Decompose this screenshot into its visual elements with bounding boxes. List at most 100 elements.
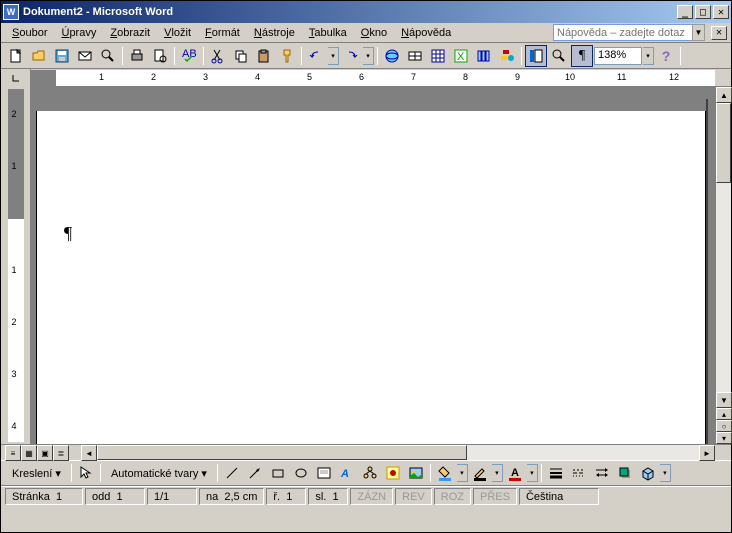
hyperlink-button[interactable] — [381, 45, 403, 67]
mdi-close-button[interactable]: ✕ — [711, 26, 727, 40]
vscroll-track[interactable] — [716, 103, 731, 392]
line-color-dropdown[interactable]: ▾ — [492, 464, 503, 482]
help-search-dropdown[interactable]: ▼ — [692, 24, 705, 41]
scroll-right-button[interactable]: ► — [699, 445, 715, 461]
minimize-button[interactable]: _ — [677, 5, 693, 19]
arrow-style-button[interactable] — [591, 462, 613, 484]
menu-zobrazit[interactable]: Zobrazit — [103, 25, 157, 41]
font-color-button[interactable]: A — [504, 462, 526, 484]
undo-button[interactable] — [305, 45, 327, 67]
print-preview-button[interactable] — [149, 45, 171, 67]
hscroll-thumb[interactable] — [97, 445, 467, 460]
app-icon: W — [3, 4, 19, 20]
dash-style-button[interactable] — [568, 462, 590, 484]
prev-page-button[interactable]: ▴ — [716, 408, 732, 420]
help-button[interactable]: ? — [655, 45, 677, 67]
clipart-button[interactable] — [382, 462, 404, 484]
show-codes-button[interactable] — [548, 45, 570, 67]
fill-color-dropdown[interactable]: ▾ — [457, 464, 468, 482]
diagram-button[interactable] — [359, 462, 381, 484]
line-style-button[interactable] — [545, 462, 567, 484]
columns-button[interactable] — [473, 45, 495, 67]
cut-button[interactable] — [207, 45, 229, 67]
web-view-button[interactable]: ▦ — [21, 445, 37, 461]
scroll-up-button[interactable]: ▲ — [716, 87, 732, 103]
shadow-button[interactable] — [614, 462, 636, 484]
spellcheck-button[interactable]: ABC — [178, 45, 200, 67]
3d-button[interactable] — [637, 462, 659, 484]
horizontal-ruler[interactable]: 1 2 3 4 5 6 7 8 9 10 11 12 — [31, 70, 715, 86]
scroll-down-button[interactable]: ▼ — [716, 392, 732, 408]
oval-button[interactable] — [290, 462, 312, 484]
arrow-button[interactable] — [244, 462, 266, 484]
menu-soubor[interactable]: Soubor — [5, 25, 54, 41]
menu-tabulka[interactable]: Tabulka — [302, 25, 354, 41]
page[interactable]: ¶ — [36, 97, 706, 444]
print-button[interactable] — [126, 45, 148, 67]
status-page: Stránka 1 — [5, 488, 83, 505]
excel-button[interactable]: X — [450, 45, 472, 67]
print-layout-button[interactable]: ▣ — [37, 445, 53, 461]
vscroll-thumb[interactable] — [716, 103, 731, 183]
vertical-ruler[interactable]: 2 1 1 2 3 4 — [8, 89, 24, 442]
insert-table-button[interactable] — [427, 45, 449, 67]
zoom-dropdown[interactable]: ▾ — [643, 47, 654, 65]
textbox-button[interactable] — [313, 462, 335, 484]
doc-map-button[interactable] — [525, 45, 547, 67]
search-button[interactable] — [97, 45, 119, 67]
rectangle-button[interactable] — [267, 462, 289, 484]
menu-vlozit[interactable]: Vložit — [157, 25, 198, 41]
normal-view-button[interactable]: ≡ — [5, 445, 21, 461]
email-button[interactable] — [74, 45, 96, 67]
status-at: na 2,5 cm — [199, 488, 264, 505]
undo-dropdown[interactable]: ▾ — [328, 47, 339, 65]
status-ovr[interactable]: PŘES — [473, 488, 517, 505]
help-search-input[interactable] — [553, 24, 693, 41]
3d-dropdown[interactable]: ▾ — [660, 464, 671, 482]
paste-button[interactable] — [253, 45, 275, 67]
show-pilcrow-button[interactable]: ¶ — [571, 45, 593, 67]
tables-borders-button[interactable] — [404, 45, 426, 67]
menu-upravy[interactable]: Úpravy — [54, 25, 103, 41]
scroll-left-button[interactable]: ◄ — [81, 445, 97, 461]
wordart-button[interactable]: A — [336, 462, 358, 484]
menu-bar: Soubor Úpravy Zobrazit Vložit Formát Nás… — [1, 23, 731, 43]
window-title: Dokument2 - Microsoft Word — [23, 6, 677, 18]
status-language[interactable]: Čeština — [519, 488, 599, 505]
status-rec[interactable]: ZÁZN — [350, 488, 393, 505]
save-button[interactable] — [51, 45, 73, 67]
copy-button[interactable] — [230, 45, 252, 67]
menu-nastroje[interactable]: Nástroje — [247, 25, 302, 41]
insert-picture-button[interactable] — [405, 462, 427, 484]
tab-selector[interactable] — [1, 69, 31, 87]
menu-format[interactable]: Formát — [198, 25, 247, 41]
new-doc-button[interactable] — [5, 45, 27, 67]
vertical-scrollbar: ▲ ▼ ▴ ○ ▾ — [715, 87, 731, 444]
drawing-toggle-button[interactable] — [496, 45, 518, 67]
close-button[interactable]: ✕ — [713, 5, 729, 19]
fill-color-button[interactable] — [434, 462, 456, 484]
status-rev[interactable]: REV — [395, 488, 432, 505]
redo-button[interactable] — [340, 45, 362, 67]
format-painter-button[interactable] — [276, 45, 298, 67]
line-color-button[interactable] — [469, 462, 491, 484]
redo-dropdown[interactable]: ▾ — [363, 47, 374, 65]
menu-napoveda[interactable]: Nápověda — [394, 25, 458, 41]
font-color-dropdown[interactable]: ▾ — [527, 464, 538, 482]
autoshapes-menu[interactable]: Automatické tvary ▾ — [104, 464, 214, 483]
draw-menu[interactable]: Kreslení ▾ — [5, 464, 68, 483]
open-button[interactable] — [28, 45, 50, 67]
menu-okno[interactable]: Okno — [354, 25, 394, 41]
browse-object-button[interactable]: ○ — [716, 420, 732, 432]
select-objects-button[interactable] — [75, 462, 97, 484]
document-canvas[interactable]: ¶ — [31, 87, 715, 444]
maximize-button[interactable]: □ — [695, 5, 711, 19]
ruler-row: 1 2 3 4 5 6 7 8 9 10 11 12 — [1, 69, 731, 87]
next-page-button[interactable]: ▾ — [716, 432, 732, 444]
outline-view-button[interactable]: ≣ — [53, 445, 69, 461]
hscroll-track[interactable] — [97, 445, 699, 460]
zoom-input[interactable]: 138% — [594, 47, 642, 65]
toolbar-separator — [301, 47, 302, 65]
line-button[interactable] — [221, 462, 243, 484]
status-ext[interactable]: ROZ — [434, 488, 471, 505]
